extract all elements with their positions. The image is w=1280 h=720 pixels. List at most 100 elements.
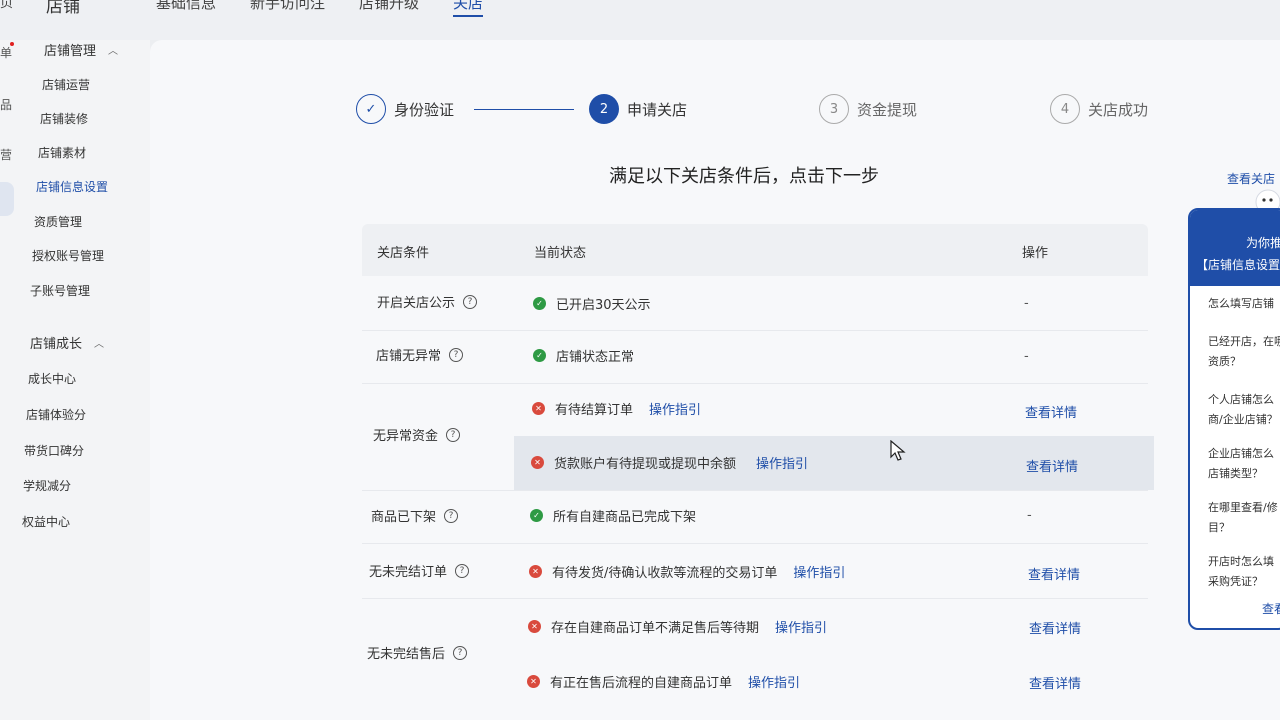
- column-header-action: 操作: [1022, 246, 1049, 261]
- step-label: 身份验证: [394, 100, 455, 119]
- view-details-link[interactable]: 查看详情: [1029, 673, 1081, 692]
- row-divider: [362, 543, 1148, 544]
- top-header: 页 店铺 基础信息 新手访问注 店铺升级 关店: [0, 0, 1280, 40]
- table-header: 关店条件 当前状态 操作: [362, 224, 1148, 276]
- step-identity-verification: ✓ 身份验证: [356, 94, 454, 124]
- question-circle-icon[interactable]: ?: [449, 347, 464, 362]
- status-text: 有待结算订单: [555, 403, 634, 418]
- sidebar-group-shop-management[interactable]: 店铺管理 ︿: [44, 40, 118, 59]
- view-details-link[interactable]: 查看详情: [1026, 456, 1078, 475]
- help-card: 为你推 【店铺信息设置 怎么填写店铺 已经开店，在哪 资质？ 个人店铺怎么 商/…: [1188, 208, 1280, 630]
- help-question[interactable]: 在哪里查看/修 目？: [1208, 498, 1278, 538]
- sidebar-item-shop-operation[interactable]: 店铺运营: [42, 76, 90, 93]
- sidebar-item-reputation-score[interactable]: 带货口碑分: [24, 442, 84, 459]
- question-circle-icon[interactable]: ?: [463, 294, 478, 309]
- sidebar-item-qualification[interactable]: 资质管理: [34, 213, 82, 230]
- sidebar: 单 品 营 店铺管理 ︿ 店铺运营 店铺装修 店铺素材 店铺信息设置 资质管理 …: [0, 40, 150, 720]
- page-edge-label: 页: [0, 0, 14, 11]
- sidebar-item-authorized-accounts[interactable]: 授权账号管理: [32, 247, 104, 264]
- help-question[interactable]: 已经开店，在哪 资质？: [1208, 332, 1280, 372]
- guide-link[interactable]: 操作指引: [748, 672, 800, 691]
- help-question-line: 商/企业店铺？: [1208, 413, 1278, 426]
- help-question[interactable]: 个人店铺怎么 商/企业店铺？: [1208, 390, 1278, 430]
- check-icon: ✓: [356, 94, 386, 124]
- status-text: 存在自建商品订单不满足售后等待期: [551, 621, 760, 636]
- help-view-more-link[interactable]: 查看: [1262, 600, 1280, 617]
- question-circle-icon[interactable]: ?: [446, 427, 461, 442]
- question-circle-icon[interactable]: ?: [455, 563, 470, 578]
- view-details-link[interactable]: 查看详情: [1025, 402, 1077, 421]
- sidebar-item-shop-decoration[interactable]: 店铺装修: [40, 110, 88, 127]
- chevron-up-icon: ︿: [108, 46, 119, 57]
- row-divider: [362, 330, 1148, 331]
- help-question[interactable]: 怎么填写店铺: [1208, 294, 1274, 314]
- help-question-line: 资质？: [1208, 355, 1241, 368]
- view-close-link[interactable]: 查看关店: [1227, 170, 1275, 187]
- condition-cell: 店铺无异常 ?: [376, 345, 464, 364]
- question-circle-icon[interactable]: ?: [453, 645, 468, 660]
- condition-cell: 开启关店公示 ?: [377, 292, 478, 311]
- sidebar-item-shop-info-settings[interactable]: 店铺信息设置: [36, 178, 108, 195]
- status-cell: ✓ 所有自建商品已完成下架: [530, 506, 696, 525]
- condition-cell: 商品已下架 ?: [371, 506, 459, 525]
- status-cell: ✕ 存在自建商品订单不满足售后等待期 操作指引: [528, 617, 827, 636]
- nav-item-close-shop[interactable]: 关店: [453, 0, 484, 17]
- sidebar-item-benefits-center[interactable]: 权益中心: [22, 513, 70, 530]
- page-heading: 满足以下关店条件后，点击下一步: [609, 166, 879, 187]
- guide-link[interactable]: 操作指引: [793, 562, 845, 581]
- progress-steps: ✓ 身份验证 2 申请关店 3 资金提现 4 关店成功: [356, 94, 1156, 126]
- guide-link[interactable]: 操作指引: [756, 453, 808, 472]
- help-question[interactable]: 开店时怎么填 采购凭证？: [1208, 552, 1274, 592]
- action-none: -: [1024, 296, 1029, 311]
- guide-link[interactable]: 操作指引: [649, 399, 701, 418]
- help-question-line: 企业店铺怎么: [1208, 447, 1274, 460]
- status-text: 有待发货/待确认收款等流程的交易订单: [552, 566, 778, 581]
- help-question-line: 采购凭证？: [1208, 575, 1263, 588]
- status-text: 有正在售后流程的自建商品订单: [550, 676, 733, 691]
- help-question-line: 店铺类型？: [1208, 467, 1263, 480]
- row-divider: [362, 598, 1148, 599]
- help-question-list: 怎么填写店铺 已经开店，在哪 资质？ 个人店铺怎么 商/企业店铺？ 企业店铺怎么…: [1200, 296, 1280, 616]
- status-text: 货款账户有待提现或提现中余额: [554, 457, 737, 472]
- help-question[interactable]: 企业店铺怎么 店铺类型？: [1208, 444, 1274, 484]
- sidebar-item-shop-material[interactable]: 店铺素材: [38, 144, 86, 161]
- sidebar-item-growth-center[interactable]: 成长中心: [28, 370, 76, 387]
- help-question-line: 个人店铺怎么: [1208, 393, 1274, 406]
- view-details-link[interactable]: 查看详情: [1029, 618, 1081, 637]
- view-details-link[interactable]: 查看详情: [1028, 564, 1080, 583]
- help-title: 为你推: [1246, 236, 1280, 250]
- help-question-line: 已经开店，在哪: [1208, 335, 1280, 348]
- status-cell: ✕ 有待发货/待确认收款等流程的交易订单 操作指引: [529, 562, 845, 581]
- sidebar-item-experience-score[interactable]: 店铺体验分: [26, 406, 86, 423]
- nav-item-basic-info[interactable]: 基础信息: [156, 0, 216, 17]
- nav-item-newbie[interactable]: 新手访问注: [250, 0, 325, 17]
- sidebar-item-sub-accounts[interactable]: 子账号管理: [30, 282, 90, 299]
- question-circle-icon[interactable]: ?: [444, 508, 459, 523]
- status-cell: ✓ 已开启30天公示: [533, 294, 651, 313]
- action-none: -: [1027, 508, 1032, 523]
- nav-item-upgrade[interactable]: 店铺升级: [359, 0, 419, 17]
- help-subtitle: 【店铺信息设置: [1196, 258, 1280, 272]
- brand-title: 店铺: [46, 0, 80, 17]
- condition-cell: 无未完结售后 ?: [367, 643, 468, 662]
- step-number: 2: [589, 94, 619, 124]
- action-none: -: [1024, 349, 1029, 364]
- status-cell: ✕ 有待结算订单 操作指引: [532, 399, 701, 418]
- side-edge-label: 品: [0, 98, 13, 112]
- check-circle-icon: ✓: [530, 509, 543, 522]
- help-question-line: 开店时怎么填: [1208, 555, 1274, 568]
- sidebar-group-shop-growth[interactable]: 店铺成长 ︿: [30, 333, 104, 352]
- condition-cell: 无未完结订单 ?: [369, 561, 470, 580]
- help-question-line: 怎么填写店铺: [1208, 297, 1274, 310]
- status-text: 所有自建商品已完成下架: [553, 510, 697, 525]
- status-cell: ✓ 店铺状态正常: [533, 346, 634, 365]
- help-question-line: 在哪里查看/修: [1208, 501, 1278, 514]
- sidebar-item-rule-deduction[interactable]: 学规减分: [23, 477, 71, 494]
- guide-link[interactable]: 操作指引: [775, 617, 827, 636]
- step-number: 3: [819, 94, 849, 124]
- step-label: 关店成功: [1088, 100, 1149, 119]
- status-text: 已开启30天公示: [556, 298, 651, 313]
- help-card-header: 为你推 【店铺信息设置: [1190, 210, 1280, 286]
- side-edge-label: 营: [0, 148, 13, 162]
- step-apply-close: 2 申请关店: [589, 94, 687, 124]
